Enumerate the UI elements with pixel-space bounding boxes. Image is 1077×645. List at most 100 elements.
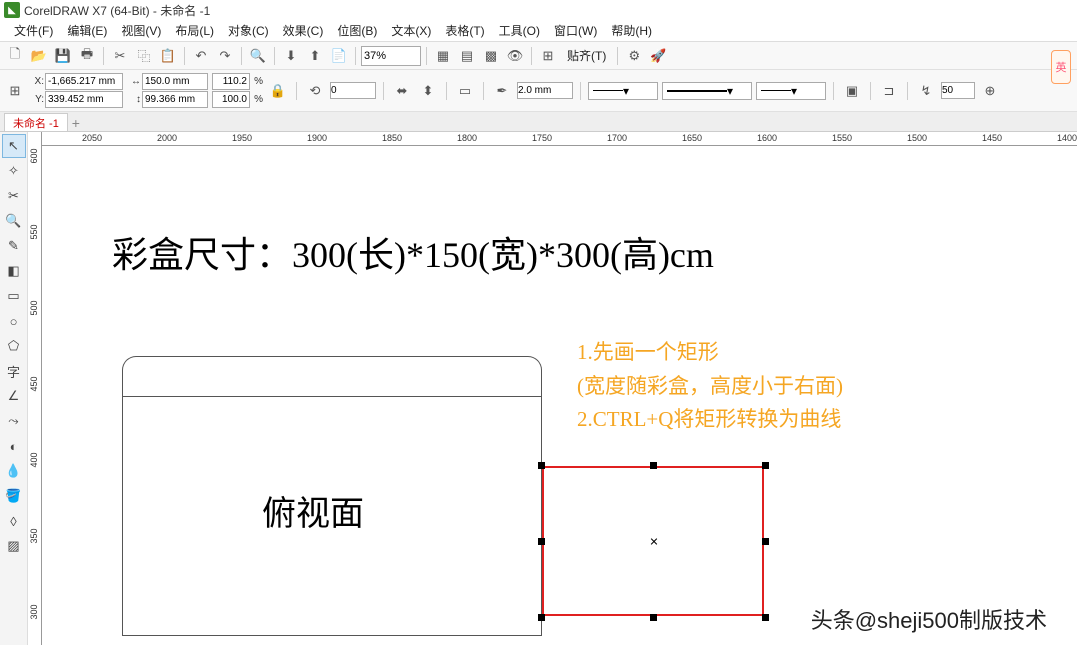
spinner-icon[interactable]: ⊕ xyxy=(979,80,1001,102)
vertical-ruler[interactable]: 600 550 500 450 400 350 300 xyxy=(28,132,42,645)
app-icon: ◣ xyxy=(4,2,20,18)
heading-text: 彩盒尺寸：300(长)*150(宽)*300(高)cm xyxy=(112,226,714,278)
wrap-icon[interactable]: ▣ xyxy=(841,80,863,102)
transparency-tool-icon[interactable]: ▨ xyxy=(2,534,26,558)
cut-icon[interactable]: ✂ xyxy=(109,45,131,67)
import-icon[interactable]: ⬇ xyxy=(280,45,302,67)
connector-tool-icon[interactable]: ⤳ xyxy=(2,409,26,433)
menu-text[interactable]: 文本(X) xyxy=(385,20,437,41)
handle-bm[interactable] xyxy=(650,614,657,621)
effects-tool-icon[interactable]: ◐ xyxy=(2,434,26,458)
menu-object[interactable]: 对象(C) xyxy=(222,20,275,41)
line-style-select[interactable]: ▾ xyxy=(662,82,752,100)
pick-tool-icon[interactable]: ↖ xyxy=(2,134,26,158)
menu-window[interactable]: 窗口(W) xyxy=(548,20,603,41)
y-input[interactable] xyxy=(45,91,123,108)
outline-tool-icon[interactable]: ◊ xyxy=(2,509,26,533)
rectangle-tool-icon[interactable]: ▭ xyxy=(2,284,26,308)
freehand-tool-icon[interactable]: ✎ xyxy=(2,234,26,258)
rotate-icon: ⟲ xyxy=(304,80,326,102)
start-arrow-select[interactable]: ▾ xyxy=(588,82,658,100)
menu-table[interactable]: 表格(T) xyxy=(439,20,490,41)
zoom-tool-icon[interactable]: 🔍 xyxy=(2,209,26,233)
publish-icon[interactable]: 📄 xyxy=(328,45,350,67)
segments-input[interactable] xyxy=(941,82,975,99)
ellipse-tool-icon[interactable]: ○ xyxy=(2,309,26,333)
save-icon[interactable]: 💾 xyxy=(52,45,74,67)
guides-icon[interactable]: 👁 xyxy=(504,45,526,67)
menu-file[interactable]: 文件(F) xyxy=(8,20,59,41)
text-tool-icon[interactable]: 字 xyxy=(2,359,26,383)
canvas[interactable]: 彩盒尺寸：300(长)*150(宽)*300(高)cm 俯视面 1.先画一个矩形… xyxy=(42,146,1077,645)
handle-tm[interactable] xyxy=(650,462,657,469)
pct-label2: % xyxy=(251,94,263,105)
crop-tool-icon[interactable]: ✂ xyxy=(2,184,26,208)
toolbox: ↖ ✧ ✂ 🔍 ✎ ◧ ▭ ○ ⬠ 字 ∠ ⤳ ◐ 💧 🪣 ◊ ▨ xyxy=(0,132,28,645)
options-icon[interactable]: ⚙ xyxy=(623,45,645,67)
print-icon[interactable]: 🖶 xyxy=(76,45,98,67)
mirror-v-icon[interactable]: ⬍ xyxy=(417,80,439,102)
open-icon[interactable]: 📂 xyxy=(28,45,50,67)
end-arrow-select[interactable]: ▾ xyxy=(756,82,826,100)
dimension-tool-icon[interactable]: ∠ xyxy=(2,384,26,408)
menu-layout[interactable]: 布局(L) xyxy=(169,20,220,41)
h-input[interactable] xyxy=(142,91,208,108)
smart-fill-icon[interactable]: ◧ xyxy=(2,259,26,283)
handle-br[interactable] xyxy=(762,614,769,621)
menu-help[interactable]: 帮助(H) xyxy=(605,20,658,41)
menu-edit[interactable]: 编辑(E) xyxy=(61,20,113,41)
center-marker[interactable]: ✕ xyxy=(649,536,658,549)
handle-ml[interactable] xyxy=(538,538,545,545)
export-icon[interactable]: ⬆ xyxy=(304,45,326,67)
close-curve-icon[interactable]: ⊐ xyxy=(878,80,900,102)
sy-input[interactable] xyxy=(212,91,250,108)
menu-view[interactable]: 视图(V) xyxy=(115,20,167,41)
grid-icon[interactable]: ▩ xyxy=(480,45,502,67)
x-label: X: xyxy=(30,76,44,87)
w-input[interactable] xyxy=(142,73,208,90)
menu-effects[interactable]: 效果(C) xyxy=(277,20,330,41)
order-icon[interactable]: ▭ xyxy=(454,80,476,102)
y-label: Y: xyxy=(30,94,44,105)
undo-icon[interactable]: ↶ xyxy=(190,45,212,67)
w-icon: ↔ xyxy=(127,76,141,87)
polygon-tool-icon[interactable]: ⬠ xyxy=(2,334,26,358)
h-icon: ↕ xyxy=(127,94,141,105)
doc-tab[interactable]: 未命名 -1 xyxy=(4,113,68,131)
mirror-h-icon[interactable]: ⬌ xyxy=(391,80,413,102)
handle-bl[interactable] xyxy=(538,614,545,621)
shape-tool-icon[interactable]: ✧ xyxy=(2,159,26,183)
eyedropper-tool-icon[interactable]: 💧 xyxy=(2,459,26,483)
property-bar: ⊞ X: Y: ↔ ↕ % % 🔒 ⟲ ⬌ ⬍ ▭ ✒ ▾ ▾ ▾ ▣ ⊐ ↯ … xyxy=(0,70,1077,112)
zoom-select[interactable] xyxy=(361,46,421,66)
menu-bitmap[interactable]: 位图(B) xyxy=(331,20,383,41)
rotation-input[interactable] xyxy=(330,82,376,99)
handle-tr[interactable] xyxy=(762,462,769,469)
paste-icon[interactable]: 📋 xyxy=(157,45,179,67)
launch-icon[interactable]: 🚀 xyxy=(647,45,669,67)
redo-icon[interactable]: ↷ xyxy=(214,45,236,67)
instructions-text: 1.先画一个矩形 (宽度随彩盒，高度小于右面) 2.CTRL+Q将矩形转换为曲线 xyxy=(577,336,843,437)
menu-tools[interactable]: 工具(O) xyxy=(493,20,546,41)
new-tab-icon[interactable]: + xyxy=(68,115,84,131)
x-input[interactable] xyxy=(45,73,123,90)
handle-tl[interactable] xyxy=(538,462,545,469)
search-icon[interactable]: 🔍 xyxy=(247,45,269,67)
snap-dropdown[interactable]: 贴齐(T) xyxy=(561,45,612,66)
lock-ratio-icon[interactable]: 🔒 xyxy=(267,80,289,102)
fill-tool-icon[interactable]: 🪣 xyxy=(2,484,26,508)
auto-close-icon[interactable]: ↯ xyxy=(915,80,937,102)
ime-indicator[interactable]: 英 xyxy=(1051,50,1071,84)
fullscreen-icon[interactable]: ▦ xyxy=(432,45,454,67)
rulers-icon[interactable]: ▤ xyxy=(456,45,478,67)
outline-width-input[interactable] xyxy=(517,82,573,99)
horizontal-ruler[interactable]: 2050 2000 1950 1900 1850 1800 1750 1700 … xyxy=(42,132,1077,146)
box-top-flap xyxy=(122,356,542,396)
face-label: 俯视面 xyxy=(262,486,364,535)
doc-tabstrip: 未命名 -1 + xyxy=(0,112,1077,132)
handle-mr[interactable] xyxy=(762,538,769,545)
snap-icon[interactable]: ⊞ xyxy=(537,45,559,67)
sx-input[interactable] xyxy=(212,73,250,90)
copy-icon[interactable]: ⿻ xyxy=(133,45,155,67)
new-icon[interactable]: 🗋 xyxy=(4,45,26,67)
